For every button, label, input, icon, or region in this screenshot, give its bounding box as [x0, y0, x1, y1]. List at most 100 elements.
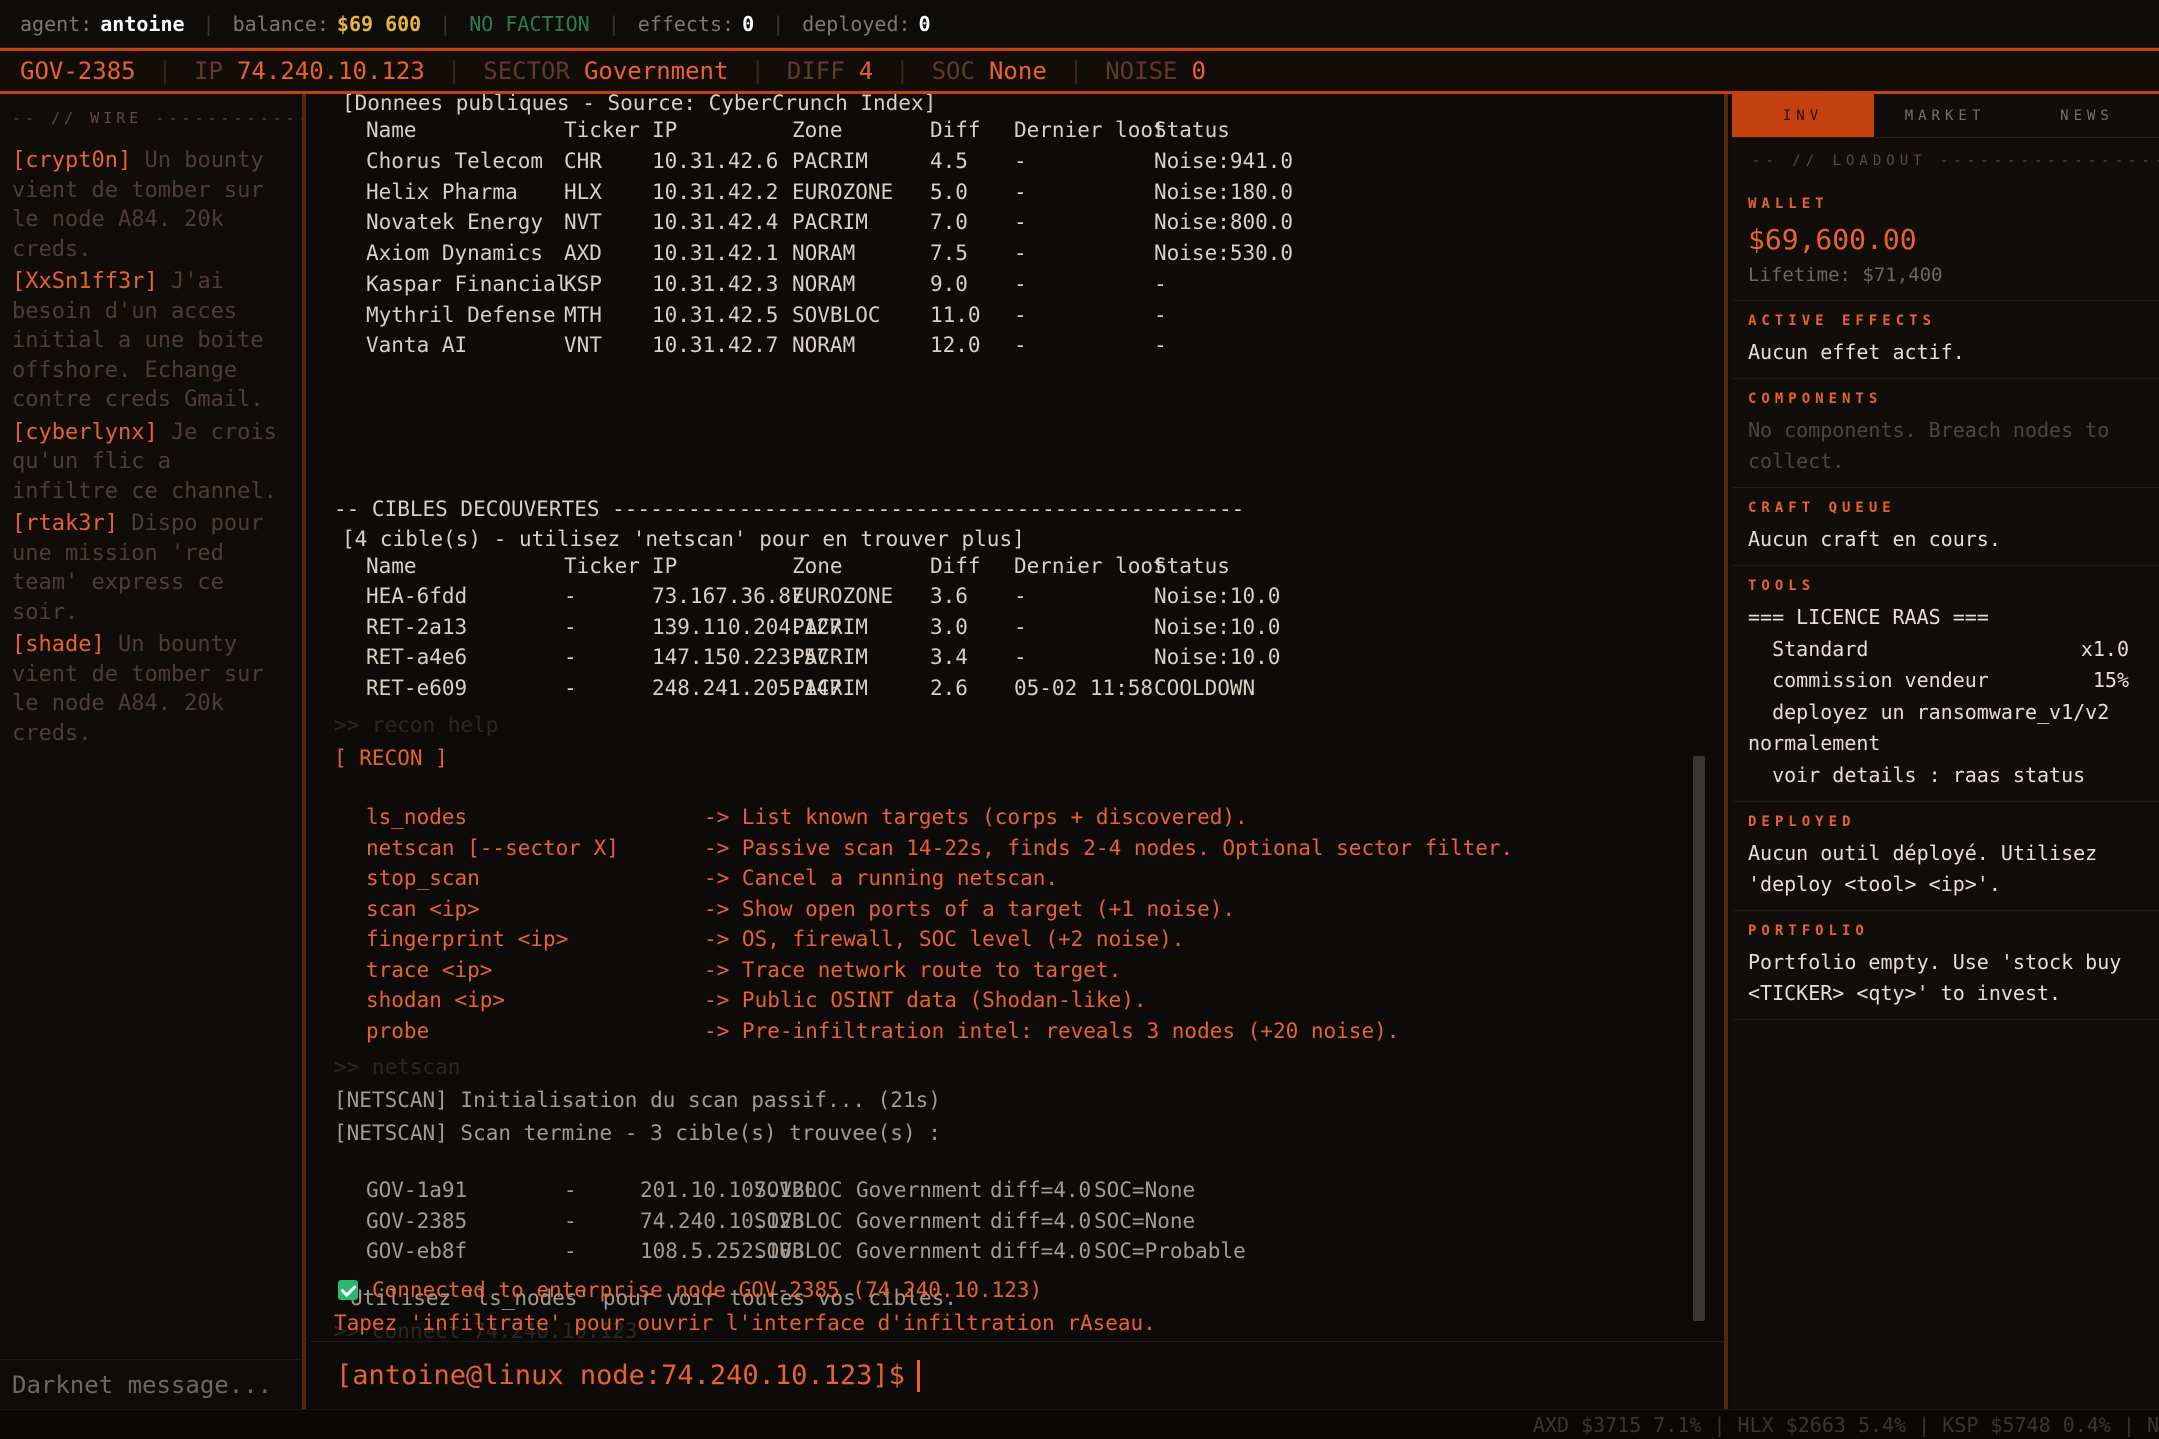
effects-text: Aucun effet actif.	[1748, 340, 1965, 364]
column-header: Diff	[930, 554, 981, 578]
public-table-row-cell: 5.0	[930, 179, 968, 204]
agent-label: agent:	[20, 11, 93, 36]
discovered-table-row-cell: HEA-6fdd	[366, 584, 468, 608]
discovered-table-row-cell: -	[564, 676, 577, 701]
netscan-result-row-cell: diff=4.0	[990, 1239, 1092, 1263]
discovered-subheader: [4 cible(s) - utilisez 'netscan' pour en…	[342, 527, 1025, 551]
stock-ticker: AXD $3715 7.1% | HLX $2663 5.4% | KSP $5…	[0, 1409, 2159, 1439]
wire-messages[interactable]: [crypt0n] Un bounty vient de tomber sur …	[0, 142, 302, 748]
netscan-done: [NETSCAN] Scan termine - 3 cible(s) trou…	[334, 1121, 941, 1145]
tab-news[interactable]: NEWS	[2016, 94, 2158, 137]
diff-label: DIFF	[786, 57, 845, 85]
wire-author: [shade]	[12, 632, 105, 657]
deployed-text: Aucun outil déployé. Utilisez 'deploy <t…	[1748, 841, 2098, 896]
discovered-table-row-cell: EUROZONE	[792, 584, 894, 608]
public-table-row-cell: Axiom Dynamics	[366, 241, 544, 266]
discovered-table-row-cell: 3.4	[930, 645, 968, 670]
tab-inv[interactable]: INV	[1732, 94, 1874, 137]
faction-status: NO FACTION	[469, 12, 607, 36]
cmd-echo-recon: >> recon help	[334, 713, 499, 737]
node-separator: |	[895, 57, 910, 85]
public-table-row-cell: NORAM	[792, 333, 856, 358]
public-table-row-cell: -	[1014, 333, 1027, 358]
deployed-title: DEPLOYED	[1748, 814, 1856, 830]
discovered-table-row-cell: COOLDOWN	[1154, 676, 1256, 701]
discovered-table-row-cell: RET-2a13	[366, 614, 468, 639]
check-icon	[338, 1280, 358, 1300]
status-separator: |	[607, 11, 620, 36]
netscan-result-row-cell: SOC=None	[1094, 1208, 1196, 1233]
wire-message: [shade] Un bounty vient de tomber sur le…	[12, 630, 290, 748]
tab-market[interactable]: MARKET	[1874, 94, 2016, 137]
netscan-result-row-cell: SOVBLOC	[754, 1178, 843, 1202]
tools-commission-value: 15%	[2092, 668, 2129, 692]
node-separator: |	[157, 57, 173, 85]
public-table-row-cell: CHR	[564, 149, 602, 173]
wallet-amount: $69,600.00	[1748, 223, 1917, 256]
public-table-row-cell: Novatek Energy	[366, 210, 544, 235]
node-separator: |	[1068, 57, 1084, 85]
balance-status: balance: $69 600	[233, 12, 440, 36]
public-table-row-cell: SOVBLOC	[792, 302, 881, 327]
sector-value: Government	[583, 57, 729, 85]
recon-command-row-cell: -> OS, firewall, SOC level (+2 noise).	[704, 927, 1185, 951]
noise-label: NOISE	[1105, 57, 1178, 85]
column-header: Ticker	[564, 118, 640, 142]
public-data-header: [Donnees publiques - Source: CyberCrunch…	[342, 94, 937, 115]
netscan-result-row-cell: GOV-1a91	[366, 1178, 468, 1202]
recon-command-row-cell: probe	[366, 1018, 430, 1043]
faction-value: NO FACTION	[469, 11, 590, 36]
terminal-scrollbar[interactable]	[1693, 756, 1705, 1321]
darknet-message-input[interactable]: Darknet message...	[0, 1359, 302, 1409]
public-table-row-cell: -	[1014, 179, 1027, 204]
prompt-text: [antoine@linux node:74.240.10.123]$	[336, 1360, 905, 1391]
terminal-output[interactable]: [Donnees publiques - Source: CyberCrunch…	[310, 94, 1710, 1339]
agent-name: antoine	[100, 11, 185, 36]
effects-status: effects: 0	[638, 12, 772, 36]
discovered-table-row-cell: 2.6	[930, 676, 968, 701]
terminal-prompt[interactable]: [antoine@linux node:74.240.10.123]$	[310, 1341, 1724, 1409]
netscan-result-row-cell: GOV-eb8f	[366, 1239, 468, 1263]
connected-text: Connected to enterprise node GOV-2385 (7…	[372, 1278, 1043, 1302]
soc-label: SOC	[931, 57, 975, 85]
soc-value: None	[988, 57, 1047, 85]
portfolio-title: PORTFOLIO	[1748, 923, 1869, 939]
discovered-table-row-cell: RET-e609	[366, 676, 468, 701]
recon-command-row-cell: scan <ip>	[366, 896, 480, 921]
public-table-row-cell: 7.5	[930, 241, 968, 266]
sector-label: SECTOR	[483, 57, 570, 85]
wallet-title: WALLET	[1748, 196, 1829, 212]
discovered-table-row-cell: PACRIM	[792, 645, 868, 670]
text-cursor	[916, 1359, 920, 1392]
panel-tabs: INV MARKET NEWS	[1732, 94, 2159, 138]
discovered-table-row-cell: -	[564, 584, 577, 608]
craft-text: Aucun craft en cours.	[1748, 527, 2001, 551]
netscan-result-row-cell: -	[564, 1178, 577, 1202]
public-table-row-cell: 10.31.42.7	[652, 333, 779, 358]
recon-command-row-cell: ls_nodes	[366, 805, 468, 829]
recon-command-row-cell: stop_scan	[366, 866, 480, 890]
wallet-section: WALLET $69,600.00 Lifetime: $71,400	[1732, 184, 2159, 301]
discovered-table-row-cell: PACRIM	[792, 614, 868, 639]
column-header: IP	[652, 554, 678, 578]
effects-title: ACTIVE EFFECTS	[1748, 313, 1937, 329]
ip-value: 74.240.10.123	[236, 57, 425, 85]
tools-section: TOOLS === LICENCE RAAS === Standard x1.0 …	[1732, 566, 2159, 802]
netscan-result-row-cell: Government	[856, 1178, 983, 1202]
discovered-table-row-cell: 3.0	[930, 614, 968, 639]
netscan-result-row-cell: GOV-2385	[366, 1208, 468, 1233]
column-header: Zone	[792, 118, 843, 142]
netscan-result-row-cell: SOC=Probable	[1094, 1239, 1246, 1263]
recon-command-row-cell: -> Trace network route to target.	[704, 957, 1122, 982]
effects-label: effects:	[637, 11, 735, 36]
discovered-table-row-cell: Noise:10.0	[1154, 645, 1281, 670]
netscan-result-row-cell: Government	[856, 1239, 983, 1263]
public-table-row-cell: Chorus Telecom	[366, 149, 544, 173]
recon-command-row-cell: fingerprint <ip>	[366, 927, 569, 951]
loadout-header: -- // LOADOUT -----------------------	[1752, 153, 2159, 169]
netscan-result-row-cell: diff=4.0	[990, 1208, 1092, 1233]
balance-label: balance:	[232, 11, 329, 36]
deployed-section: DEPLOYED Aucun outil déployé. Utilisez '…	[1732, 802, 2159, 911]
public-table-row-cell: 12.0	[930, 333, 981, 358]
components-title: COMPONENTS	[1748, 391, 1883, 407]
